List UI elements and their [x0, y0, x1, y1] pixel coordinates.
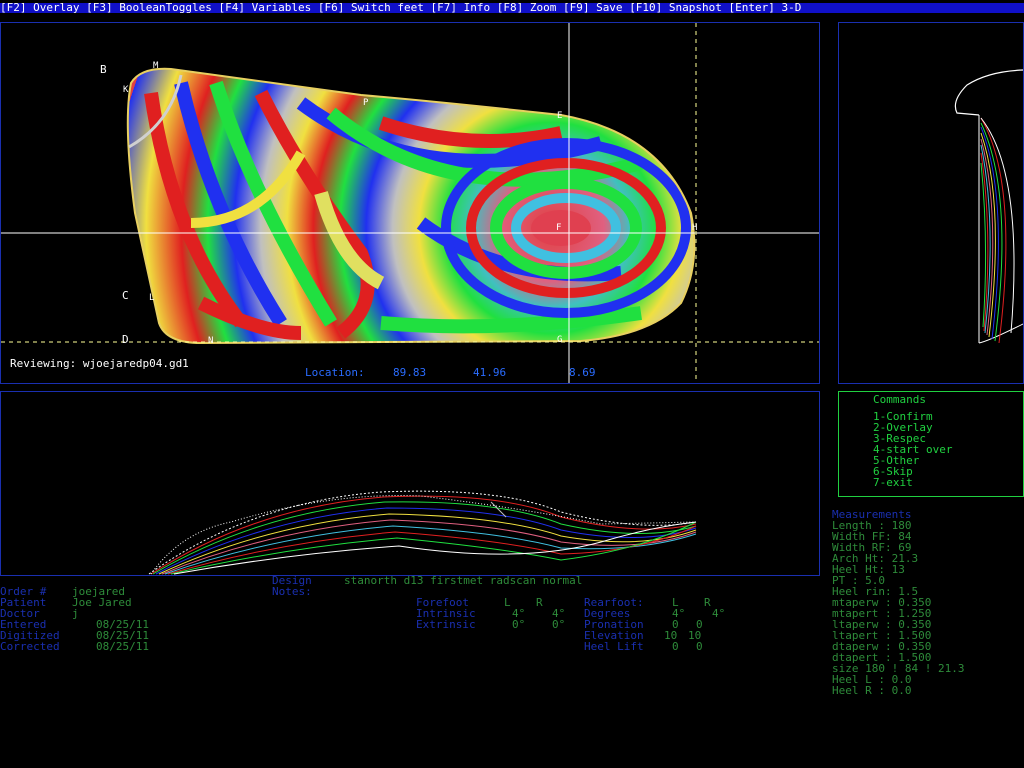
function-key-menubar: [F2] Overlay [F3] BooleanToggles [F4] Va…: [0, 1, 1024, 14]
menu-zoom[interactable]: [F8] Zoom: [497, 1, 563, 14]
commands-title: Commands: [873, 393, 926, 406]
notes-label: Notes:: [272, 585, 312, 598]
menu-info[interactable]: [F7] Info: [430, 1, 496, 14]
menu-snapshot[interactable]: [F10] Snapshot: [629, 1, 728, 14]
location-x: 89.83: [393, 366, 427, 379]
plantar-view-panel[interactable]: B M K P E F H C L D N G Reviewing: wjoej…: [0, 22, 820, 384]
patient-value: Joe Jared: [72, 596, 132, 609]
menu-variables[interactable]: [F4] Variables: [219, 1, 318, 14]
menu-save[interactable]: [F9] Save: [563, 1, 629, 14]
command-exit[interactable]: 7-exit: [873, 477, 913, 488]
landmark-e: E: [557, 111, 563, 121]
rearfoot-table: Rearfoot: L R Degrees 4° 4° Pronation 0 0 Elev…: [584, 597, 764, 652]
forefoot-table: Forefoot L R Intrinsic 4° 4° Extrinsic 0° 0°: [416, 597, 586, 630]
extrinsic-l: 0°: [512, 618, 526, 631]
landmark-m: M: [153, 61, 159, 71]
design-line: Design stanorth d13 firstmet radscan norm…: [272, 575, 582, 586]
heel-lift-r: 0: [696, 640, 703, 653]
menu-switch-feet[interactable]: [F6] Switch feet: [318, 1, 431, 14]
sagittal-section-curves: [148, 490, 697, 575]
landmark-n: N: [208, 336, 214, 346]
measurement-heel-r: Heel R : 0.0: [832, 684, 912, 697]
landmark-h: H: [692, 223, 698, 233]
landmark-c: C: [122, 289, 129, 302]
commands-panel: Commands 1-Confirm 2-Overlay 3-Respec 4-…: [838, 391, 1024, 497]
order-info: Order # joejared Patient Joe Jared Doctor j…: [0, 586, 260, 652]
landmark-g: G: [557, 335, 563, 345]
extrinsic-label: Extrinsic: [416, 618, 476, 631]
extrinsic-r: 0°: [552, 618, 566, 631]
measurements-panel: Measurements Length : 180 Width FF: 84 W…: [832, 509, 1022, 696]
degrees-r: 4°: [712, 607, 726, 620]
foot-contour-map[interactable]: [1, 23, 820, 384]
frontal-view-panel[interactable]: [838, 22, 1024, 384]
design-value: stanorth d13 firstmet radscan normal: [344, 574, 583, 587]
menu-overlay[interactable]: [F2] Overlay: [0, 1, 86, 14]
corrected-value: 08/25/11: [96, 640, 149, 653]
landmark-d: D: [122, 333, 129, 346]
location-y: 41.96: [473, 366, 507, 379]
menu-boolean-toggles[interactable]: [F3] BooleanToggles: [86, 1, 218, 14]
location-z: 8.69: [569, 366, 596, 379]
reviewing-filename: Reviewing: wjoejaredp04.gd1: [10, 357, 189, 370]
landmark-b: B: [100, 63, 107, 76]
sagittal-view-panel[interactable]: [0, 391, 820, 576]
frontal-section-curves: [954, 69, 1023, 344]
landmark-p: P: [363, 98, 369, 108]
heel-lift-l: 0: [672, 640, 679, 653]
landmark-k: K: [123, 85, 129, 95]
landmark-f: F: [556, 223, 562, 233]
menu-3d[interactable]: [Enter] 3-D: [729, 1, 802, 14]
location-label: Location:: [305, 366, 365, 379]
corrected-label: Corrected: [0, 640, 60, 653]
heel-lift-label: Heel Lift: [584, 640, 644, 653]
landmark-l: L: [149, 293, 155, 303]
